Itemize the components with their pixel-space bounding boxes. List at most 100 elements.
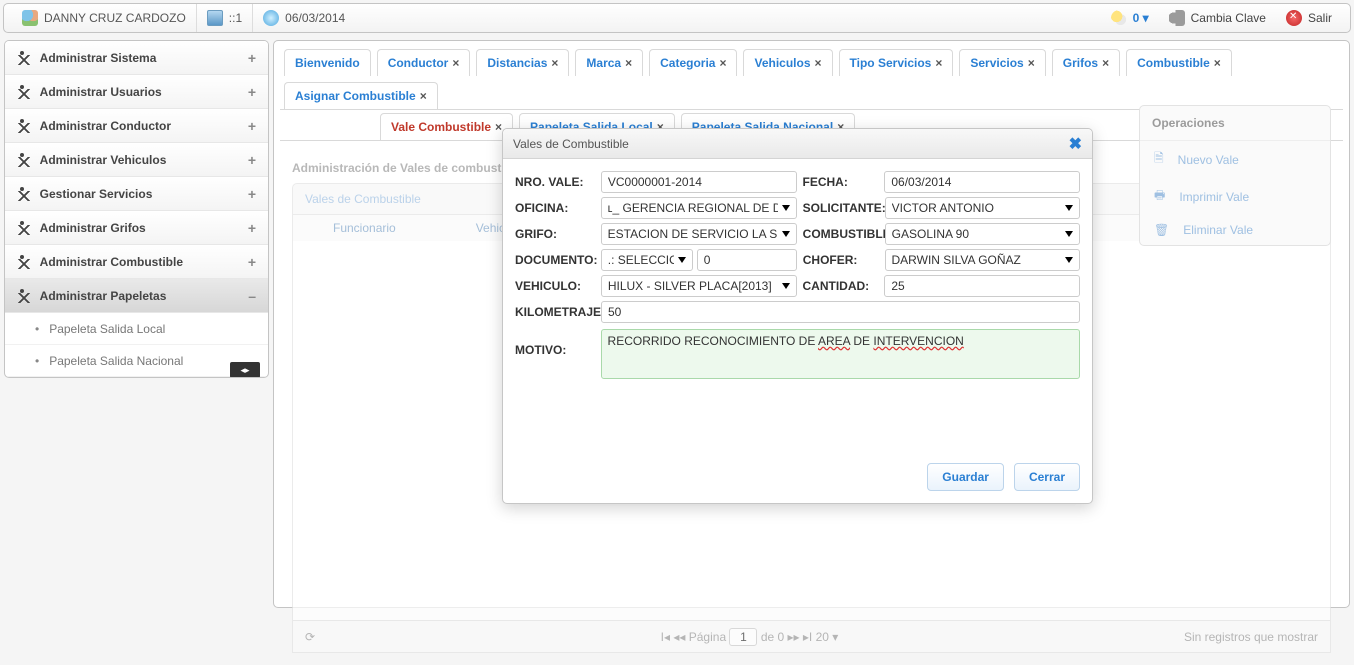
changepw-label: Cambia Clave [1191,11,1266,25]
sidebar-item-combustible[interactable]: Administrar Combustible+ [5,245,268,279]
sidebar-item-servicios[interactable]: Gestionar Servicios+ [5,177,268,211]
save-button[interactable]: Guardar [927,463,1004,491]
sidebar-sub-salida-nacional[interactable]: Papeleta Salida Nacional [5,345,268,377]
ops-title: Operaciones [1140,106,1330,141]
close-icon[interactable]: × [719,56,726,70]
close-icon[interactable]: × [1028,56,1035,70]
select-oficina[interactable]: ʟ_ GERENCIA REGIONAL DE DE [601,197,797,219]
op-eliminar-vale[interactable]: 🗑Eliminar Vale [1140,215,1330,245]
refresh-icon[interactable]: ⟳ [305,630,315,644]
input-kilometraje[interactable] [601,301,1080,323]
close-icon[interactable]: × [1102,56,1109,70]
lbl-nro: NRO. VALE: [515,175,601,189]
close-icon[interactable]: × [1214,56,1221,70]
grid-title: Vales de Combustible [305,192,421,206]
sidebar-collapse-handle[interactable]: ◂▸ [230,362,260,378]
tab-vehiculos[interactable]: Vehiculos× [743,49,832,76]
run-icon [17,254,33,270]
pager-first-icon[interactable]: I◂ [661,630,674,644]
modal-title: Vales de Combustible [513,137,629,151]
tab-categoria[interactable]: Categoria× [649,49,737,76]
tab-tipo-servicios[interactable]: Tipo Servicios× [839,49,954,76]
tab-vale-combustible[interactable]: Vale Combustible× [380,113,513,140]
input-docnum[interactable] [697,249,797,271]
sidebar-item-conductor[interactable]: Administrar Conductor+ [5,109,268,143]
lbl-oficina: OFICINA: [515,201,601,215]
sidebar-item-usuarios[interactable]: Administrar Usuarios+ [5,75,268,109]
weather-icon [1111,10,1127,26]
pager-prev-icon[interactable]: ◂◂ [673,630,688,644]
weather-widget[interactable]: 0 ▾ [1101,6,1159,30]
globe-icon [263,10,279,26]
top-bar: DANNY CRUZ CARDOZO ::1 06/03/2014 0 ▾ Ca… [3,3,1351,33]
host-seg: ::1 [197,4,253,32]
run-icon [17,186,33,202]
select-vehiculo[interactable]: HILUX - SILVER PLACA[2013] [601,275,797,297]
lbl-vehiculo: VEHICULO: [515,279,601,293]
modal-body: NRO. VALE: FECHA: OFICINA: ʟ_ GERENCIA R… [503,159,1092,393]
sidebar-item-sistema[interactable]: Administrar Sistema+ [5,41,268,75]
user-name: DANNY CRUZ CARDOZO [44,11,186,25]
close-icon[interactable]: × [935,56,942,70]
user-icon [22,10,38,26]
lbl-kilometraje: KILOMETRAJE: [515,305,601,319]
run-icon [17,152,33,168]
host-text: ::1 [229,11,242,25]
key-icon [1169,10,1185,26]
lbl-documento: DOCUMENTO: [515,253,601,267]
tab-marca[interactable]: Marca× [575,49,643,76]
print-icon: 🖶 [1154,186,1165,207]
input-cantidad[interactable] [884,275,1080,297]
select-chofer[interactable]: DARWIN SILVA GOÑAZ [885,249,1081,271]
op-nuevo-vale[interactable]: 🗎Nuevo Vale [1140,141,1330,178]
tab-bienvenido[interactable]: Bienvenido [284,49,371,76]
pager-size[interactable]: 20 ▾ [816,630,839,644]
lbl-fecha: FECHA: [797,175,885,189]
textarea-motivo[interactable]: RECORRIDO RECONOCIMIENTO DE AREA DE INTE… [601,329,1080,379]
modal-close-icon[interactable]: ✖ [1069,134,1082,154]
close-icon[interactable]: × [815,56,822,70]
tab-conductor[interactable]: Conductor× [377,49,471,76]
tab-servicios[interactable]: Servicios× [959,49,1045,76]
lbl-cantidad: CANTIDAD: [797,279,885,293]
select-combustible[interactable]: GASOLINA 90 [885,223,1080,245]
select-documento[interactable]: .: SELECCIONE [601,249,693,271]
close-icon[interactable]: × [452,56,459,70]
main-pane: Bienvenido Conductor× Distancias× Marca×… [273,40,1350,608]
grid-footer: ⟳ I◂ ◂◂ Página de 0 ▸▸ ▸I 20 ▾ Sin regis… [292,621,1331,653]
tab-bar: Bienvenido Conductor× Distancias× Marca×… [280,47,1343,110]
pager-page-input[interactable] [729,628,757,646]
tab-grifos[interactable]: Grifos× [1052,49,1120,76]
weather-text: 0 ▾ [1133,11,1149,25]
pager-next-icon[interactable]: ▸▸ [788,630,800,644]
close-icon[interactable]: × [420,89,427,103]
grid-empty-text: Sin registros que mostrar [1184,630,1318,644]
close-icon[interactable]: × [625,56,632,70]
tab-asignar-combustible[interactable]: Asignar Combustible× [284,82,438,109]
close-icon[interactable]: × [551,56,558,70]
select-solicitante[interactable]: VICTOR ANTONIO [885,197,1080,219]
exit-label: Salir [1308,11,1332,25]
exit-button[interactable]: Salir [1276,6,1342,30]
tab-distancias[interactable]: Distancias× [476,49,569,76]
sidebar-item-papeletas[interactable]: Administrar Papeletas– [5,279,268,313]
modal-header[interactable]: Vales de Combustible ✖ [503,129,1092,159]
run-icon [17,288,33,304]
sidebar-item-grifos[interactable]: Administrar Grifos+ [5,211,268,245]
monitor-icon [207,10,223,26]
lbl-motivo: MOTIVO: [515,329,601,357]
pager-last-icon[interactable]: ▸I [803,630,816,644]
input-fecha[interactable] [884,171,1080,193]
sidebar-item-vehiculos[interactable]: Administrar Vehiculos+ [5,143,268,177]
sidebar-sub-salida-local[interactable]: Papeleta Salida Local [5,313,268,345]
change-password-button[interactable]: Cambia Clave [1159,6,1276,30]
close-icon[interactable]: × [495,120,502,134]
op-imprimir-vale[interactable]: 🖶Imprimir Vale [1140,178,1330,215]
tab-combustible[interactable]: Combustible× [1126,49,1232,76]
user-seg: DANNY CRUZ CARDOZO [12,4,197,32]
file-icon: 🗎 [1154,149,1164,170]
select-grifo[interactable]: ESTACION DE SERVICIO LA SELVA [601,223,797,245]
lbl-solicitante: SOLICITANTE: [797,201,885,215]
close-button[interactable]: Cerrar [1014,463,1080,491]
input-nro[interactable] [601,171,797,193]
